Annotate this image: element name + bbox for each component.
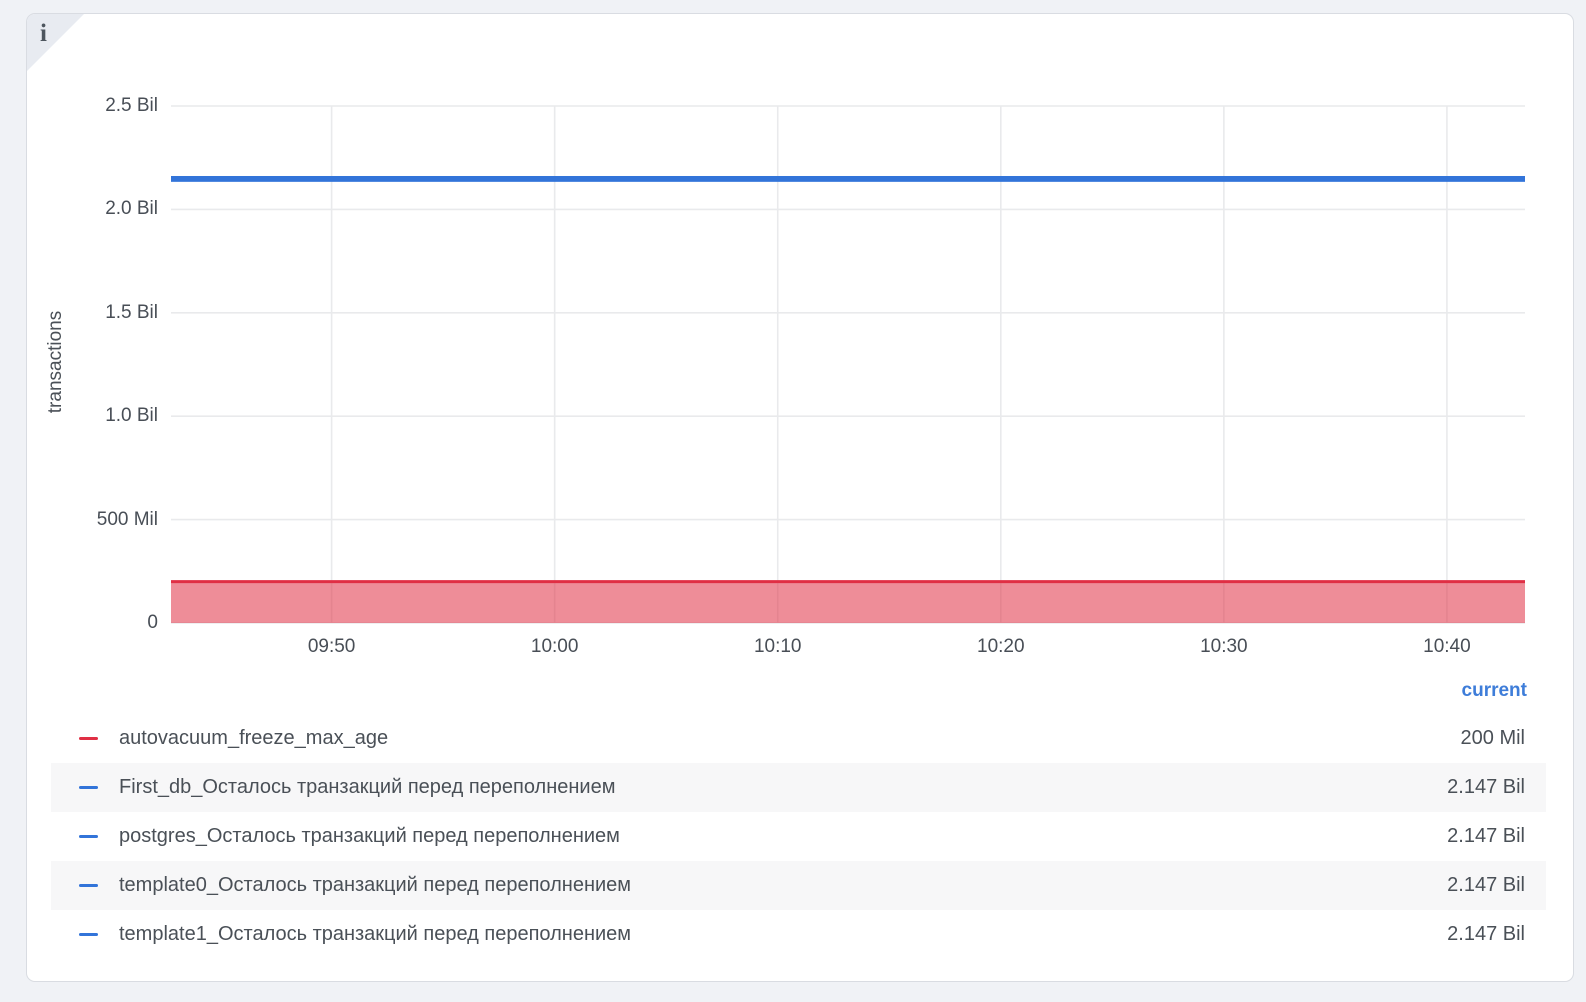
y-tick-label: 500 Mil (38, 509, 158, 531)
legend-series-marker[interactable] (79, 835, 98, 838)
legend-header: current (51, 676, 1527, 710)
legend-series-name[interactable]: First_db_Осталось транзакций перед переп… (119, 775, 615, 800)
info-icon[interactable]: i (40, 21, 47, 46)
grafana-panel: i transactions 0 500 Mil 1.0 Bil 1.5 Bil 2.0… (26, 13, 1574, 982)
legend-series-current-value: 2.147 Bil (1447, 873, 1525, 898)
legend-row[interactable]: template0_Осталось транзакций перед пере… (51, 861, 1546, 910)
legend-column-current[interactable]: current (1462, 680, 1527, 702)
legend-series-marker[interactable] (79, 933, 98, 936)
legend-series-name[interactable]: template1_Осталось транзакций перед пере… (119, 922, 631, 947)
legend-row[interactable]: autovacuum_freeze_max_age 200 Mil (51, 714, 1546, 763)
legend-series-name[interactable]: postgres_Осталось транзакций перед переп… (119, 824, 620, 849)
x-tick-label: 10:30 (1164, 636, 1284, 658)
legend-series-current-value: 200 Mil (1461, 726, 1525, 751)
legend-row[interactable]: template1_Осталось транзакций перед пере… (51, 910, 1546, 959)
legend-table: autovacuum_freeze_max_age 200 Mil First_db… (51, 714, 1546, 959)
x-tick-label: 10:40 (1387, 636, 1507, 658)
y-axis-title: transactions (45, 187, 71, 537)
legend-series-current-value: 2.147 Bil (1447, 922, 1525, 947)
x-tick-label: 10:10 (718, 636, 838, 658)
x-tick-label: 10:20 (941, 636, 1061, 658)
legend-row[interactable]: postgres_Осталось транзакций перед переп… (51, 812, 1546, 861)
legend-row[interactable]: First_db_Осталось транзакций перед переп… (51, 763, 1546, 812)
y-tick-label: 0 (38, 612, 158, 634)
x-tick-label: 09:50 (272, 636, 392, 658)
legend-series-marker[interactable] (79, 786, 98, 789)
legend-series-current-value: 2.147 Bil (1447, 824, 1525, 849)
panel-info-corner[interactable] (27, 14, 84, 71)
legend-series-name[interactable]: template0_Осталось транзакций перед пере… (119, 873, 631, 898)
legend-series-marker[interactable] (79, 737, 98, 740)
y-tick-label: 1.5 Bil (38, 302, 158, 324)
legend-series-current-value: 2.147 Bil (1447, 775, 1525, 800)
y-tick-label: 1.0 Bil (38, 405, 158, 427)
y-tick-label: 2.5 Bil (38, 95, 158, 117)
series-fill (171, 582, 1525, 623)
legend-series-name[interactable]: autovacuum_freeze_max_age (119, 726, 388, 751)
y-tick-label: 2.0 Bil (38, 198, 158, 220)
plot-area[interactable] (171, 106, 1525, 623)
legend-series-marker[interactable] (79, 884, 98, 887)
x-tick-label: 10:00 (495, 636, 615, 658)
